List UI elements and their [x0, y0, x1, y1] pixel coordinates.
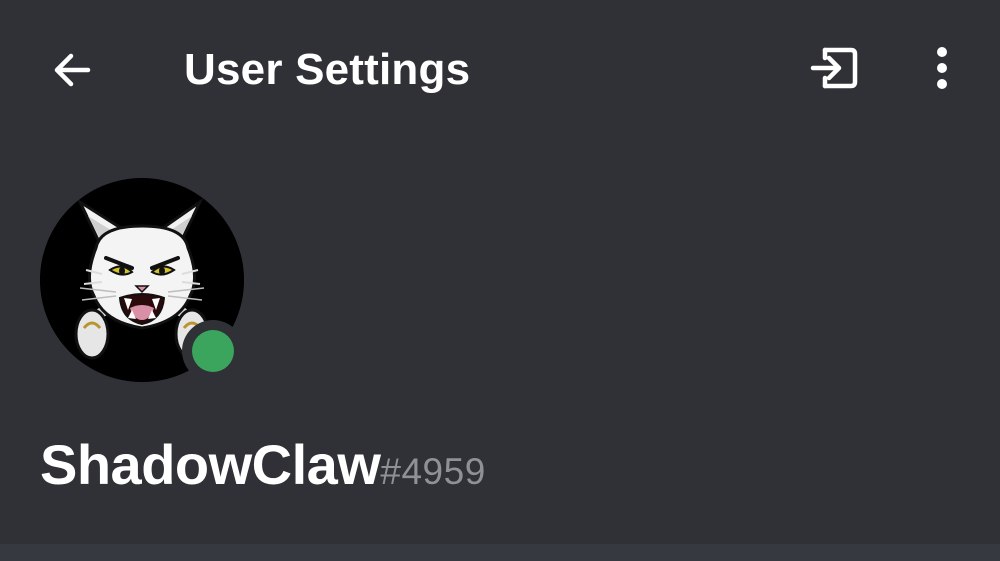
- page-title: User Settings: [184, 45, 471, 94]
- more-vertical-icon: [937, 47, 947, 89]
- username: ShadowClaw: [40, 433, 381, 496]
- user-discriminator: #4959: [380, 451, 486, 492]
- avatar-container: [40, 178, 246, 384]
- back-button[interactable]: [40, 38, 104, 102]
- online-status-dot: [192, 330, 234, 372]
- logout-button[interactable]: [800, 36, 870, 100]
- content-divider: [0, 544, 1000, 561]
- header-bar: User Settings: [0, 0, 1000, 140]
- user-settings-screen: User Settings ShadowClaw#4959: [0, 0, 1000, 561]
- user-tag: ShadowClaw#4959: [40, 432, 486, 504]
- more-options-button[interactable]: [912, 36, 972, 100]
- status-indicator-ring: [182, 320, 244, 382]
- logout-icon: [810, 47, 858, 89]
- arrow-left-icon: [54, 53, 91, 87]
